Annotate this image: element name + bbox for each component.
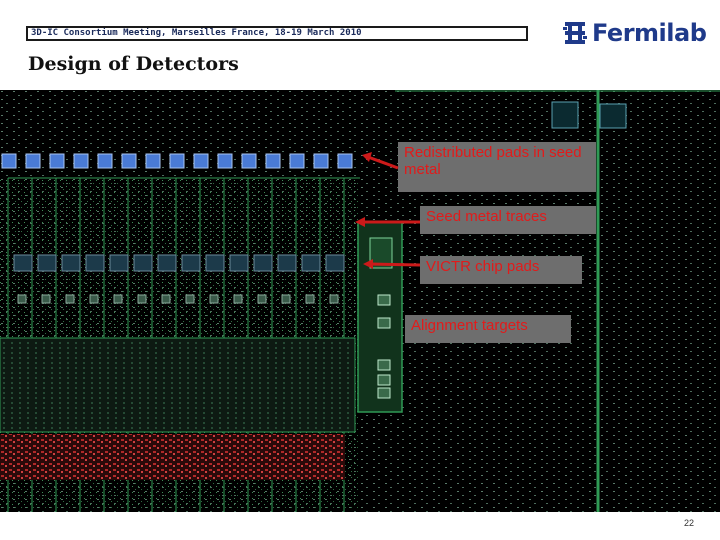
arrow-left-icon: [363, 259, 421, 269]
page-number: 22: [683, 518, 694, 528]
callout-arrows: [355, 152, 421, 269]
arrow-left-icon: [355, 217, 420, 227]
arrow-left-icon: [362, 152, 399, 170]
